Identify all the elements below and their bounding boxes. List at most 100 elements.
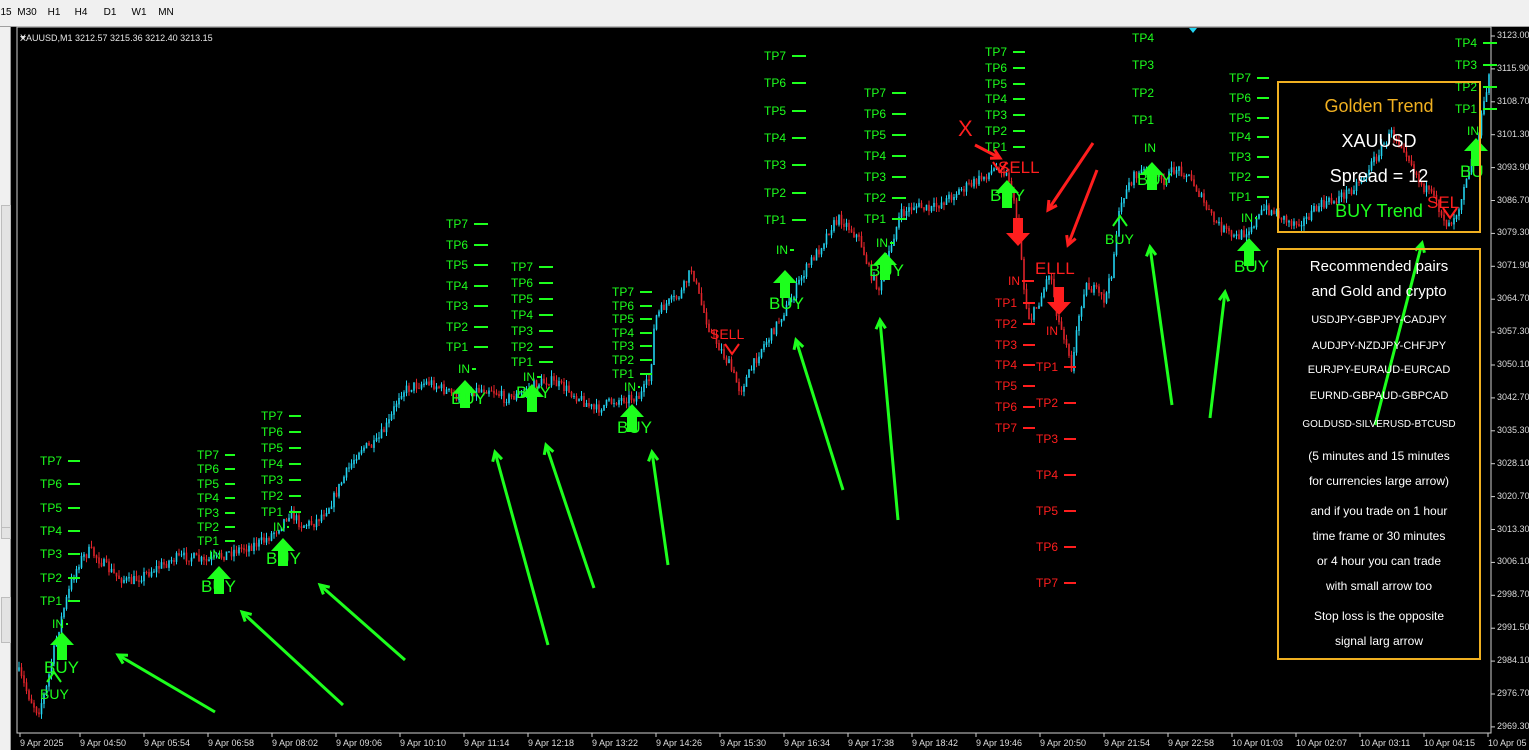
level-line — [474, 346, 488, 348]
level-line — [225, 482, 235, 485]
chart-shift-marker[interactable] — [1189, 28, 1197, 33]
level-label: TP3 — [612, 339, 635, 354]
panel-spread: Spread = 12 — [1329, 166, 1429, 186]
level-tp2: TP2 — [511, 340, 553, 354]
time-label: 9 Apr 04:50 — [80, 738, 127, 748]
signal-buy-label: BUY — [516, 383, 551, 402]
level-tp6: TP6 — [985, 61, 1025, 75]
level-line — [1064, 546, 1076, 548]
level-line — [640, 331, 652, 334]
level-label: TP1 — [197, 534, 220, 549]
note-line: with small arrow too — [1325, 579, 1433, 593]
level-tp2: TP2 — [446, 319, 488, 334]
level-label: TP2 — [446, 319, 469, 334]
time-label: 9 Apr 16:34 — [784, 738, 831, 748]
time-label: 10 Apr 04:15 — [1424, 738, 1476, 748]
time-label: 10 Apr 03:11 — [1360, 738, 1411, 748]
level-label: TP1 — [995, 296, 1018, 310]
level-line — [225, 497, 235, 500]
level-line — [1013, 82, 1025, 85]
level-tp7: TP7 — [1036, 576, 1076, 590]
level-tp3: TP3 — [864, 170, 906, 184]
time-label: 9 Apr 18:42 — [912, 738, 959, 748]
level-label: TP7 — [985, 45, 1008, 59]
level-label: TP3 — [1229, 150, 1252, 165]
level-tp1: TP1 — [1132, 113, 1154, 127]
level-line — [1013, 98, 1025, 101]
level-line — [68, 553, 80, 556]
level-label: TP6 — [197, 462, 220, 477]
level-label: TP5 — [985, 76, 1008, 91]
level-line — [892, 218, 906, 220]
level-label: TP1 — [446, 340, 469, 354]
level-line — [1257, 96, 1269, 99]
price-label: 3013.30 — [1497, 523, 1529, 534]
level-line — [892, 176, 906, 178]
level-tp4: TP4 — [995, 358, 1035, 372]
level-label: TP5 — [995, 379, 1018, 394]
level-label: TP2 — [985, 124, 1008, 138]
signal-buy-label: BUY — [40, 686, 69, 702]
chart-symbol-info: XAUUSD,M1 3212.57 3215.36 3212.40 3213.1… — [20, 33, 213, 43]
level-label: TP3 — [511, 323, 534, 338]
level-tp5: TP5 — [764, 104, 806, 118]
level-line — [1257, 176, 1269, 178]
level-tp3: TP3 — [511, 323, 553, 338]
level-in: IN — [1046, 324, 1058, 338]
level-tp6: TP6 — [197, 462, 235, 477]
level-line — [892, 113, 906, 115]
small-buy-arrow-icon — [1112, 214, 1128, 227]
price-label: 3079.30 — [1497, 227, 1529, 238]
level-line — [474, 284, 488, 287]
level-label: IN — [776, 243, 788, 257]
level-label: TP7 — [864, 86, 887, 100]
time-label: 9 Apr 21:54 — [1104, 738, 1151, 748]
price-label: 2984.10 — [1497, 655, 1529, 666]
note-line: signal larg arrow — [1334, 634, 1424, 648]
level-line — [792, 136, 806, 139]
level-line — [792, 109, 806, 112]
level-tp5: TP5 — [511, 292, 553, 306]
price-label: 2991.50 — [1497, 622, 1529, 633]
level-in: IN — [1144, 141, 1156, 155]
note-line: Stop loss is the opposite — [1313, 609, 1445, 623]
price-label: 3093.90 — [1497, 161, 1529, 172]
level-label: TP4 — [261, 457, 284, 471]
level-label: TP3 — [1036, 432, 1059, 446]
level-label: IN — [1144, 141, 1156, 155]
level-line — [68, 483, 80, 486]
level-label: TP4 — [1132, 31, 1155, 45]
level-tp6: TP6 — [612, 299, 652, 313]
level-tp3: TP3 — [1036, 432, 1076, 446]
level-tp1: TP1 — [864, 212, 906, 226]
level-line — [68, 506, 80, 509]
level-label: TP4 — [1455, 36, 1478, 50]
signal-buy-label: BUY — [990, 186, 1025, 205]
level-label: TP3 — [1132, 58, 1155, 73]
price-label: 3042.70 — [1497, 391, 1529, 402]
level-tp2: TP2 — [985, 124, 1025, 138]
level-line — [225, 526, 235, 528]
level-in: IN — [273, 520, 289, 534]
level-line — [792, 55, 806, 57]
note-line: and if you trade on 1 hour — [1310, 504, 1448, 518]
level-line — [539, 297, 553, 300]
level-line — [287, 526, 289, 528]
trend-arrow — [792, 337, 845, 491]
level-label: TP2 — [612, 353, 635, 367]
panel-title: Golden Trend — [1324, 96, 1434, 116]
level-tp4: TP4 — [612, 326, 652, 340]
level-line — [472, 368, 476, 370]
level-tp4: TP4 — [1229, 130, 1269, 144]
time-label: 9 Apr 13:22 — [592, 738, 639, 748]
level-tp2: TP2 — [612, 353, 652, 367]
level-tp2: TP2 — [995, 317, 1035, 331]
level-line — [225, 540, 235, 543]
level-label: TP2 — [197, 520, 220, 534]
level-tp6: TP6 — [1229, 91, 1269, 105]
level-label: TP3 — [40, 547, 63, 562]
level-label: TP7 — [1229, 71, 1252, 85]
level-line — [474, 305, 488, 307]
level-line — [1023, 406, 1035, 408]
level-tp4: TP4 — [1036, 468, 1076, 482]
